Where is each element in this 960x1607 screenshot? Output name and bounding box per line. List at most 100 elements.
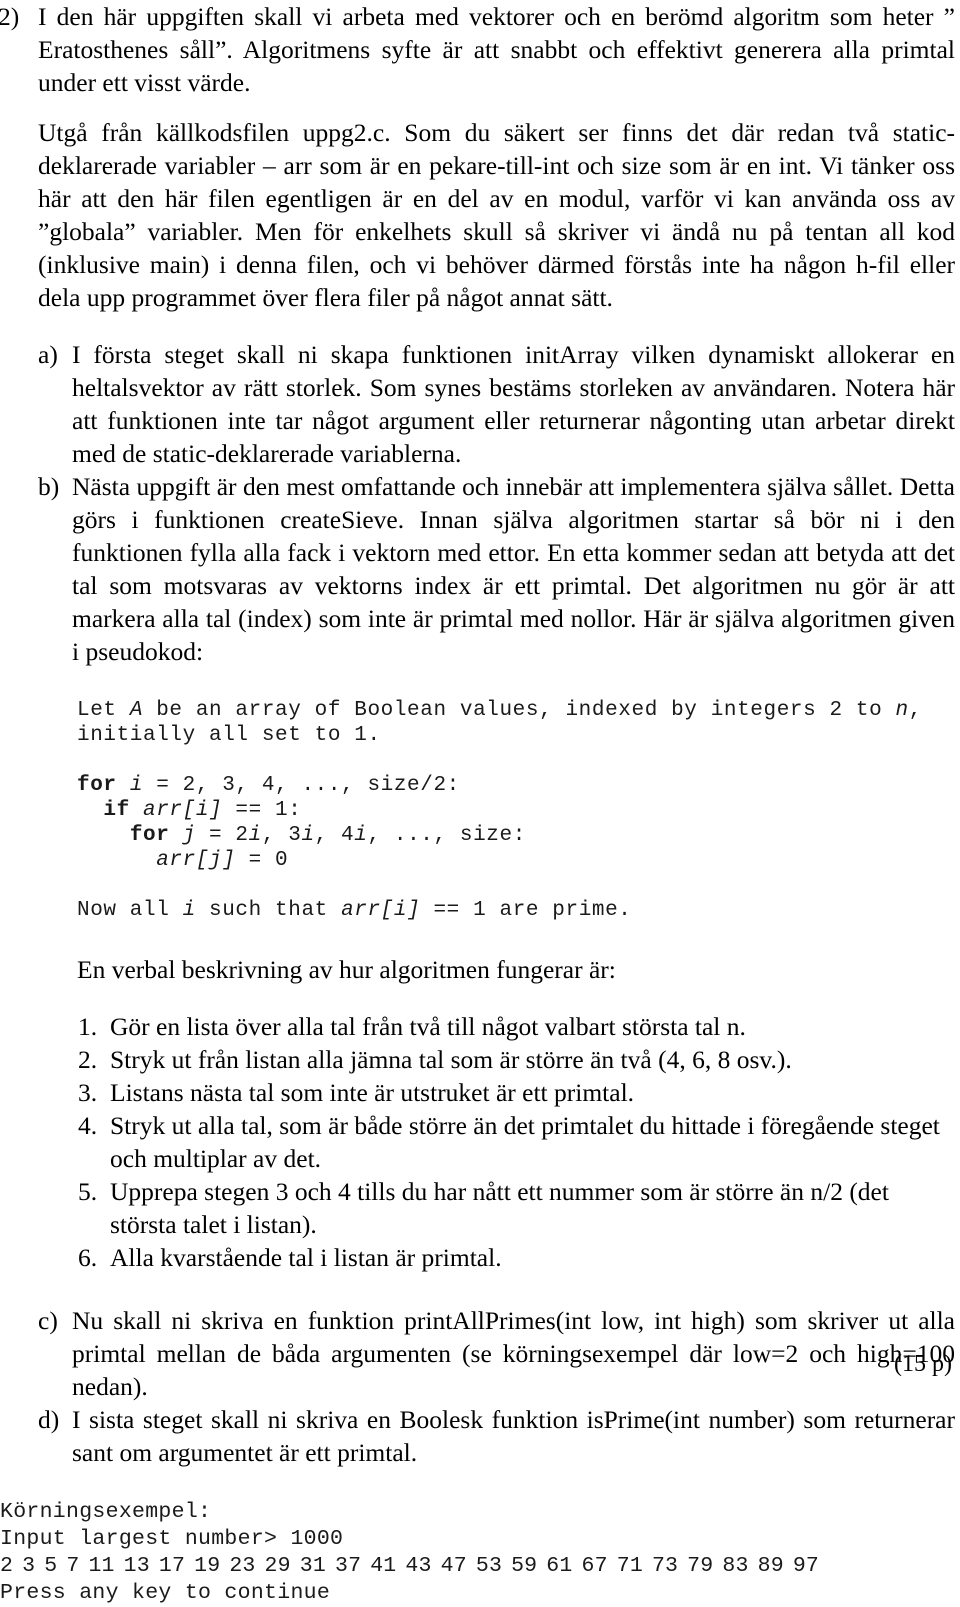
subitem-list: a) I första steget skall ni skapa funkti… (0, 338, 960, 668)
pc-text: , 4 (314, 824, 355, 847)
console-footer-line: Press any key to continue (0, 1581, 331, 1605)
pc-var-i: i (129, 774, 144, 797)
pc-text: , (908, 699, 922, 722)
list-item: 2. Stryk ut från listan alla jämna tal s… (0, 1043, 960, 1076)
pc-var-arr-i: arr[i] (143, 799, 223, 822)
prime-value: 71 (616, 1554, 643, 1578)
pc-text: Now all (77, 899, 183, 922)
pseudocode-conclusion: Now all i such that arr[i] == 1 are prim… (0, 898, 960, 923)
pseudocode-loop: for i = 2, 3, 4, ..., size/2: if arr[i] … (0, 773, 960, 873)
subitem-c-text: Nu skall ni skriva en funktion printAllP… (72, 1306, 955, 1401)
step-text: Upprepa stegen 3 och 4 tills du har nått… (110, 1177, 889, 1239)
list-item: 3. Listans nästa tal som inte är utstruk… (0, 1076, 960, 1109)
pc-text: == 1 are prime. (420, 899, 632, 922)
points-label: (15 p) (894, 1351, 952, 1377)
pc-indent (77, 799, 103, 822)
pc-var-i: i (182, 899, 196, 922)
step-text: Alla kvarstående tal i listan är primtal… (110, 1243, 502, 1272)
pc-var-arr-j: arr[j] (156, 849, 236, 872)
list-item: 6. Alla kvarstående tal i listan är prim… (0, 1241, 960, 1274)
pc-text: , 3 (261, 824, 302, 847)
question-paragraph-1: I den här uppgiften skall vi arbeta med … (38, 2, 955, 97)
step-text: Gör en lista över alla tal från två till… (110, 1012, 746, 1041)
prime-value: 41 (370, 1554, 397, 1578)
subitem-c-marker: c) (38, 1306, 58, 1335)
prime-value: 83 (722, 1554, 749, 1578)
verbal-intro: En verbal beskrivning av hur algoritmen … (77, 955, 616, 984)
pseudocode-line-5: for j = 2i, 3i, 4i, ..., size: (77, 824, 526, 847)
pc-var-arr-i: arr[i] (341, 899, 421, 922)
pc-text: such that (195, 899, 342, 922)
subitem-d: d) I sista steget skall ni skriva en Boo… (0, 1403, 960, 1469)
pc-indent (77, 849, 156, 872)
prime-value: 11 (88, 1554, 115, 1578)
step-marker: 1. (78, 1012, 98, 1041)
prime-value: 79 (687, 1554, 714, 1578)
prime-value: 59 (511, 1554, 538, 1578)
pseudocode-line-3: for i = 2, 3, 4, ..., size/2: (77, 774, 460, 797)
pseudocode-line-2: initially all set to 1. (77, 724, 381, 747)
step-text: Stryk ut från listan alla jämna tal som … (110, 1045, 792, 1074)
question-paragraph-2: Utgå från källkodsfilen uppg2.c. Som du … (38, 118, 955, 312)
step-marker: 4. (78, 1111, 98, 1140)
pc-var-i: i (301, 824, 315, 847)
exam-page: 2) I den här uppgiften skall vi arbeta m… (0, 0, 960, 1605)
prime-value: 43 (405, 1554, 432, 1578)
list-item: 4. Stryk ut alla tal, som är både större… (0, 1109, 960, 1175)
prime-value: 89 (757, 1554, 784, 1578)
pc-var-j: j (182, 824, 196, 847)
pc-var-i: i (354, 824, 368, 847)
subitem-b-text: Nästa uppgift är den mest omfattande och… (72, 472, 955, 666)
prime-value: 37 (334, 1554, 362, 1578)
step-text: Stryk ut alla tal, som är både större än… (110, 1111, 940, 1173)
subitem-a-text: I första steget skall ni skapa funktione… (72, 340, 955, 468)
pc-keyword-if: if (103, 799, 130, 822)
pc-var-A: A (129, 699, 144, 722)
subitem-c: c) Nu skall ni skriva en funktion printA… (0, 1304, 960, 1403)
subitem-b-marker: b) (38, 472, 60, 501)
prime-value: 3 (22, 1554, 36, 1578)
pc-var-i: i (248, 824, 262, 847)
pseudocode-line-4: if arr[i] == 1: (77, 799, 301, 822)
console-primes-line: 2 3 5 7 11 13 17 19 23 29 31 37 41 43 47 53 59 61 67 71 73 79… (0, 1553, 960, 1580)
prime-value: 53 (475, 1554, 503, 1578)
console-title: Körningsexempel: (0, 1500, 212, 1524)
prime-value: 31 (299, 1554, 326, 1578)
prime-value: 13 (123, 1554, 150, 1578)
step-marker: 6. (78, 1243, 98, 1272)
pc-keyword-for: for (77, 774, 117, 797)
question-block: 2) I den här uppgiften skall vi arbeta m… (0, 0, 960, 314)
step-marker: 2. (78, 1045, 98, 1074)
pc-text: be an array of Boolean values, indexed b… (143, 699, 896, 722)
prime-value: 23 (229, 1554, 256, 1578)
pc-text: = 2 (195, 824, 249, 847)
subitem-b: b) Nästa uppgift är den mest omfattande … (0, 470, 960, 668)
pc-text: , ..., size: (367, 824, 526, 847)
prime-value: 19 (194, 1554, 221, 1578)
pseudocode-line-7: Now all i such that arr[i] == 1 are prim… (77, 899, 632, 922)
pseudocode-block: Let A be an array of Boolean values, ind… (0, 698, 960, 748)
prime-value: 2 (0, 1554, 14, 1578)
console-prompt-line: Input largest number> 1000 (0, 1527, 344, 1551)
prime-value: 47 (440, 1554, 467, 1578)
pseudocode-line-6: arr[j] = 0 (77, 849, 288, 872)
pc-text: = 2, 3, 4, ..., size/2: (143, 774, 460, 797)
prime-value: 17 (158, 1554, 186, 1578)
step-marker: 5. (78, 1177, 98, 1206)
subitem-a: a) I första steget skall ni skapa funkti… (0, 338, 960, 470)
prime-value: 61 (546, 1554, 573, 1578)
prime-value: 73 (651, 1554, 679, 1578)
subitem-d-text: I sista steget skall ni skriva en Booles… (72, 1405, 955, 1467)
step-marker: 3. (78, 1078, 98, 1107)
pc-text: == 1: (222, 799, 302, 822)
prime-value: 67 (581, 1554, 608, 1578)
prime-value: 7 (66, 1554, 80, 1578)
subitem-a-marker: a) (38, 340, 58, 369)
